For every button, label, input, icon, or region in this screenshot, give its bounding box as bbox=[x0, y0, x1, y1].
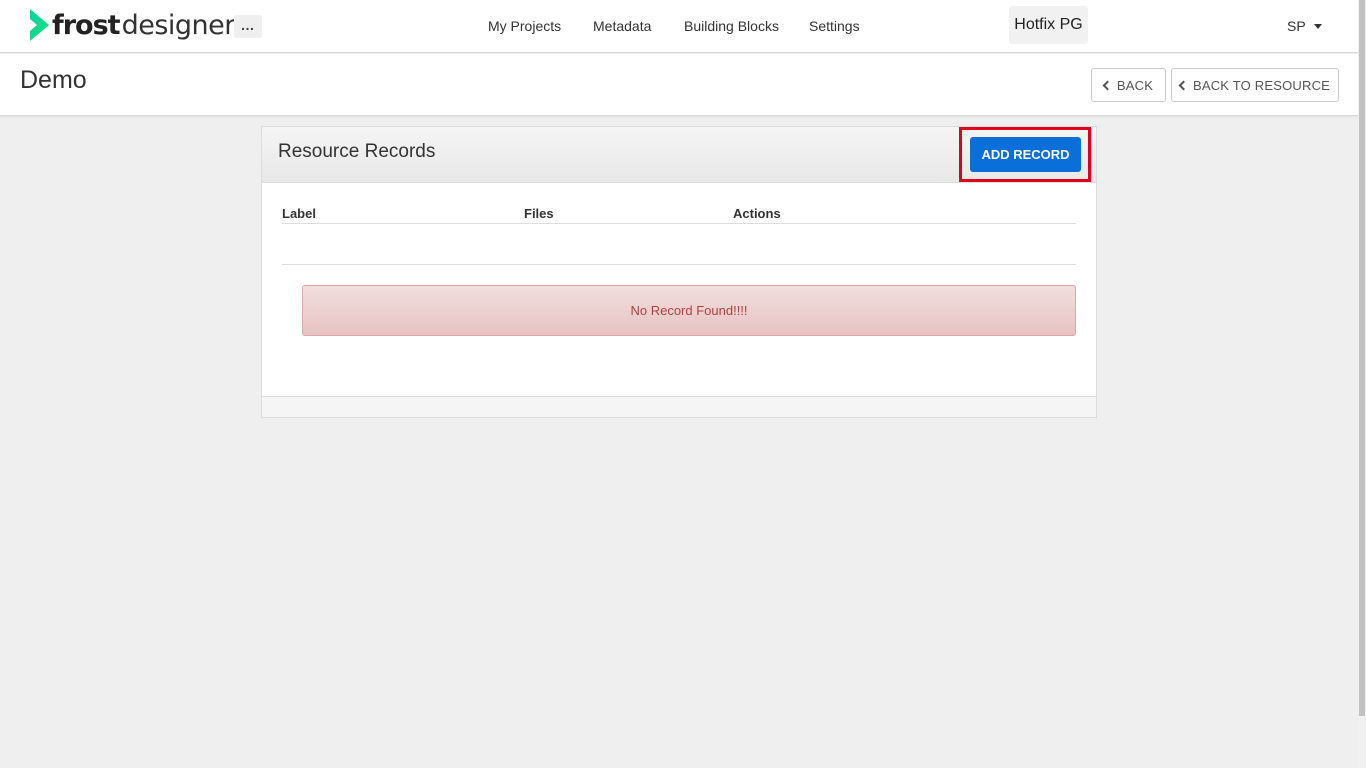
chevron-left-icon bbox=[1178, 80, 1189, 90]
chevron-left-icon bbox=[1102, 80, 1113, 90]
page-title: Demo bbox=[20, 66, 87, 94]
column-header-files: Files bbox=[524, 206, 554, 221]
scrollbar-thumb[interactable] bbox=[1359, 0, 1365, 716]
more-menu-button[interactable]: … bbox=[234, 15, 262, 38]
nav-metadata[interactable]: Metadata bbox=[593, 18, 651, 34]
back-to-resource-label: BACK TO RESOURCE bbox=[1192, 77, 1331, 93]
panel-heading: Resource Records ADD RECORD bbox=[262, 127, 1096, 183]
panel-footer bbox=[262, 396, 1096, 417]
table-header-divider bbox=[282, 223, 1076, 224]
nav-my-projects[interactable]: My Projects bbox=[488, 18, 561, 34]
brand-logo[interactable]: frost designer bbox=[28, 9, 235, 41]
caret-down-icon bbox=[1313, 24, 1322, 29]
no-records-alert: No Record Found!!!! bbox=[302, 285, 1076, 336]
back-button-label: BACK bbox=[1116, 77, 1154, 93]
chevron-logo-icon bbox=[30, 9, 49, 41]
user-menu[interactable]: SP bbox=[1287, 18, 1322, 34]
column-header-label: Label bbox=[282, 206, 316, 221]
back-to-resource-button[interactable]: BACK TO RESOURCE bbox=[1171, 68, 1339, 102]
nav-building-blocks[interactable]: Building Blocks bbox=[684, 18, 779, 34]
table-body-divider bbox=[282, 264, 1076, 265]
panel-title: Resource Records bbox=[278, 141, 436, 162]
nav-settings[interactable]: Settings bbox=[809, 18, 860, 34]
user-initials: SP bbox=[1287, 18, 1306, 34]
brand-name-bold: frost bbox=[52, 9, 121, 41]
column-header-actions: Actions bbox=[733, 206, 781, 221]
page-header: Demo BACK BACK TO RESOURCE bbox=[0, 54, 1358, 116]
vertical-scrollbar[interactable] bbox=[1358, 0, 1366, 768]
resource-records-panel: Resource Records ADD RECORD Label Files … bbox=[261, 126, 1097, 418]
brand-name-light: designer bbox=[121, 9, 236, 41]
back-button[interactable]: BACK bbox=[1091, 68, 1166, 102]
highlight-box bbox=[959, 127, 1091, 182]
current-project-button[interactable]: Hotfix PG bbox=[1009, 6, 1088, 44]
top-navbar: frost designer … My Projects Metadata Bu… bbox=[0, 0, 1358, 53]
